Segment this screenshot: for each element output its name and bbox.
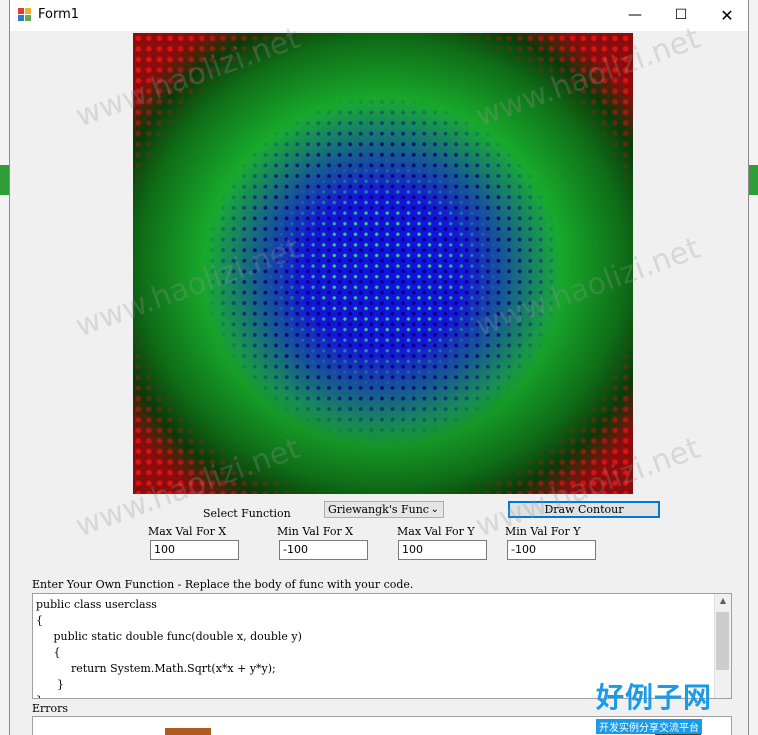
min-y-label: Min Val For Y bbox=[505, 525, 581, 538]
max-x-label: Max Val For X bbox=[148, 525, 227, 538]
custom-function-prompt: Enter Your Own Function - Replace the bo… bbox=[32, 578, 414, 591]
maximize-icon[interactable]: ☐ bbox=[658, 0, 704, 31]
main-window: Form1 — ☐ ✕ Select Function Griewangk's … bbox=[9, 0, 749, 735]
min-y-input[interactable]: -100 bbox=[507, 540, 596, 560]
function-select[interactable]: Griewangk's Func ⌄ bbox=[324, 501, 444, 518]
title-bar[interactable]: Form1 — ☐ ✕ bbox=[10, 0, 748, 31]
select-function-label: Select Function bbox=[203, 507, 291, 520]
code-line: } bbox=[36, 678, 64, 691]
code-line: { bbox=[36, 614, 43, 627]
function-select-value: Griewangk's Func bbox=[328, 503, 429, 516]
max-y-label: Max Val For Y bbox=[397, 525, 475, 538]
scroll-up-icon[interactable]: ▲ bbox=[715, 596, 731, 605]
min-x-label: Min Val For X bbox=[277, 525, 354, 538]
code-line: public class userclass bbox=[36, 598, 157, 611]
desktop-background-left bbox=[0, 0, 9, 735]
draw-contour-button[interactable]: Draw Contour bbox=[508, 501, 660, 518]
contour-plot-center-pattern bbox=[133, 33, 633, 494]
chevron-down-icon[interactable]: ⌄ bbox=[431, 502, 439, 517]
max-x-input[interactable]: 100 bbox=[150, 540, 239, 560]
close-icon[interactable]: ✕ bbox=[704, 0, 748, 31]
desktop-background-right bbox=[749, 0, 758, 735]
max-y-input[interactable]: 100 bbox=[398, 540, 487, 560]
brand-logo: 好例子网 开发实例分享交流平台 bbox=[596, 676, 726, 735]
errors-label: Errors bbox=[32, 702, 69, 715]
brand-title: 好例子网 bbox=[596, 681, 713, 714]
code-line: { bbox=[36, 646, 61, 659]
window-title: Form1 bbox=[38, 7, 80, 22]
min-x-input[interactable]: -100 bbox=[279, 540, 368, 560]
app-icon bbox=[18, 8, 32, 22]
code-line: } bbox=[36, 694, 43, 698]
taskbar-item[interactable] bbox=[165, 728, 211, 735]
scrollbar-thumb[interactable] bbox=[716, 612, 729, 670]
brand-subtitle: 开发实例分享交流平台 bbox=[596, 719, 702, 734]
minimize-icon[interactable]: — bbox=[612, 0, 658, 31]
code-line: return System.Math.Sqrt(x*x + y*y); bbox=[36, 662, 276, 675]
code-line: public static double func(double x, doub… bbox=[36, 630, 302, 643]
contour-plot bbox=[133, 33, 633, 494]
